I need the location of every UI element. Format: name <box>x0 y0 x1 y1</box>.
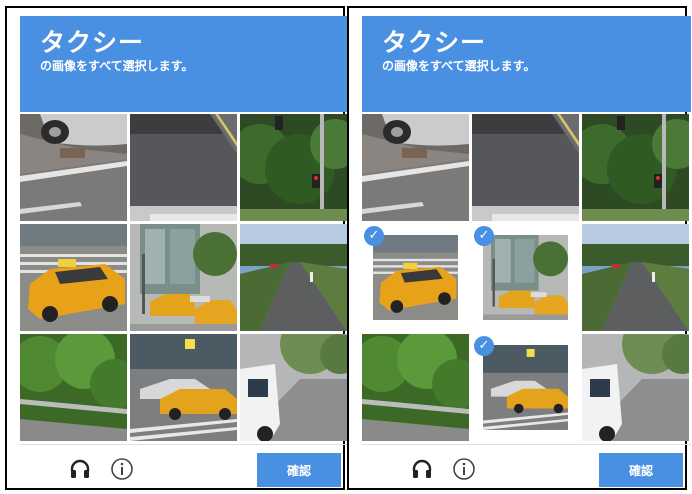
image-tile-trees-traffic-light[interactable]: ✓ <box>582 114 689 221</box>
tile-image <box>582 334 689 441</box>
tile-image <box>483 235 568 320</box>
checkmark-icon: ✓ <box>474 336 494 356</box>
captcha-instruction: の画像をすべて選択します。 <box>382 59 536 73</box>
image-grid: ✓✓✓✓✓✓✓✓✓ <box>20 114 349 444</box>
image-tile-white-van-road[interactable]: ✓ <box>582 334 689 441</box>
image-tile-car-bumper-curb[interactable]: ✓ <box>20 114 127 221</box>
image-tile-asphalt-road[interactable]: ✓ <box>472 114 579 221</box>
checkmark-icon: ✓ <box>364 226 384 246</box>
image-tile-taxi-street-crosswalk[interactable]: ✓ <box>130 334 237 441</box>
image-tile-trees-traffic-light[interactable]: ✓ <box>240 114 347 221</box>
info-icon[interactable] <box>110 457 134 481</box>
image-grid: ✓✓✓✓✓✓✓✓✓ <box>362 114 691 444</box>
captcha-header: タクシーの画像をすべて選択します。 <box>362 16 691 112</box>
info-icon[interactable] <box>452 457 476 481</box>
tile-image <box>373 235 458 320</box>
tile-image <box>483 345 568 430</box>
tile-image <box>240 334 347 441</box>
tile-image <box>130 334 237 441</box>
tile-image <box>362 114 469 221</box>
checkmark-icon: ✓ <box>474 226 494 246</box>
captcha-footer: 確認 <box>362 444 691 491</box>
tile-image <box>472 114 579 221</box>
image-tile-asphalt-road[interactable]: ✓ <box>130 114 237 221</box>
captcha-panel-before: タクシーの画像をすべて選択します。✓✓✓✓✓✓✓✓✓確認 <box>5 6 349 490</box>
captcha-footer: 確認 <box>20 444 349 491</box>
captcha-header: タクシーの画像をすべて選択します。 <box>20 16 349 112</box>
image-tile-highway-trees[interactable]: ✓ <box>240 224 347 331</box>
tile-image <box>362 334 469 441</box>
image-tile-taxis-building[interactable]: ✓ <box>130 224 237 331</box>
verify-button[interactable]: 確認 <box>599 453 683 487</box>
image-tile-yellow-taxi-crosswalk[interactable]: ✓ <box>362 224 469 331</box>
tile-image <box>130 114 237 221</box>
headphones-icon[interactable] <box>68 457 92 481</box>
image-tile-white-van-road[interactable]: ✓ <box>240 334 347 441</box>
captcha-title: タクシー <box>40 28 145 57</box>
tile-image <box>20 334 127 441</box>
tile-image <box>20 224 127 331</box>
image-tile-taxi-street-crosswalk[interactable]: ✓ <box>472 334 579 441</box>
image-tile-bushes-guardrail[interactable]: ✓ <box>362 334 469 441</box>
image-tile-bushes-guardrail[interactable]: ✓ <box>20 334 127 441</box>
tile-image <box>240 114 347 221</box>
image-tile-yellow-taxi-crosswalk[interactable]: ✓ <box>20 224 127 331</box>
image-tile-taxis-building[interactable]: ✓ <box>472 224 579 331</box>
tile-image <box>582 224 689 331</box>
tile-image <box>130 224 237 331</box>
verify-button[interactable]: 確認 <box>257 453 341 487</box>
image-tile-highway-trees[interactable]: ✓ <box>582 224 689 331</box>
tile-image <box>20 114 127 221</box>
image-tile-car-bumper-curb[interactable]: ✓ <box>362 114 469 221</box>
headphones-icon[interactable] <box>410 457 434 481</box>
captcha-instruction: の画像をすべて選択します。 <box>40 59 194 73</box>
tile-image <box>240 224 347 331</box>
captcha-panel-after: タクシーの画像をすべて選択します。✓✓✓✓✓✓✓✓✓確認 <box>347 6 691 490</box>
tile-image <box>582 114 689 221</box>
captcha-title: タクシー <box>382 28 487 57</box>
